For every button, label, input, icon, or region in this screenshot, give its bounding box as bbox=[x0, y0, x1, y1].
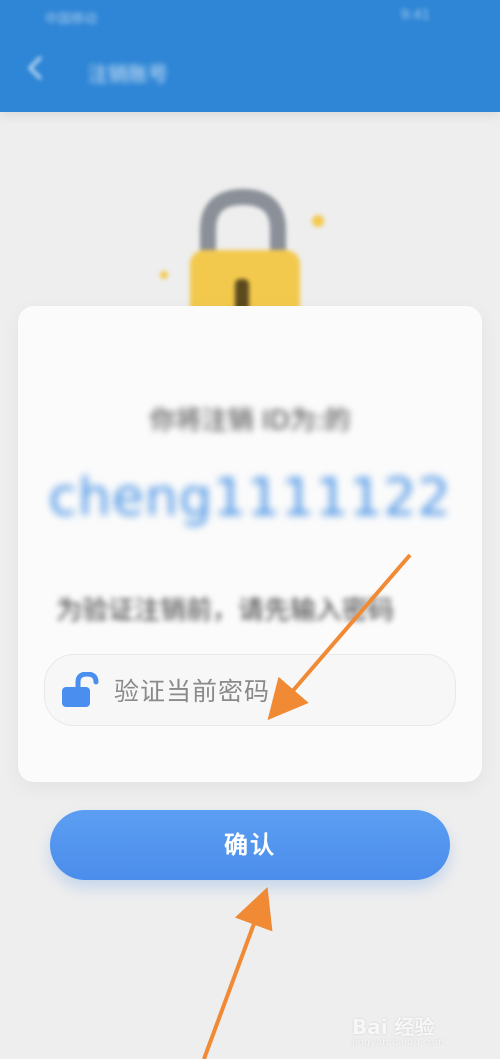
carrier-text: 中国移动 bbox=[45, 12, 98, 27]
page-title: 注销账号 bbox=[88, 62, 168, 86]
account-username: cheng1111122 bbox=[48, 468, 452, 528]
screen: 中国移动 9:41 注销账号 你将注销 ID为:的 cheng1111122 为… bbox=[0, 0, 500, 1059]
password-hint: 为验证注销前，请先输入密码 bbox=[56, 596, 395, 626]
account-id-label: 你将注销 ID为:的 bbox=[149, 406, 351, 436]
watermark-text: Bai 经验 bbox=[352, 1015, 435, 1039]
time-text: 9:41 bbox=[400, 8, 430, 23]
baidu-watermark: Bai 经验 jingyan.baidu.com bbox=[352, 1005, 472, 1048]
password-placeholder: 验证当前密码 bbox=[114, 677, 271, 706]
confirm-button[interactable]: 确认 bbox=[50, 810, 450, 880]
app-bar: 中国移动 9:41 注销账号 bbox=[0, 0, 500, 112]
watermark-subtext: jingyan.baidu.com bbox=[352, 1037, 445, 1048]
unlock-icon bbox=[62, 672, 99, 707]
status-bar: 中国移动 9:41 bbox=[0, 0, 500, 36]
back-arrow-icon[interactable] bbox=[26, 56, 48, 80]
arrow-to-confirm bbox=[202, 886, 273, 1059]
